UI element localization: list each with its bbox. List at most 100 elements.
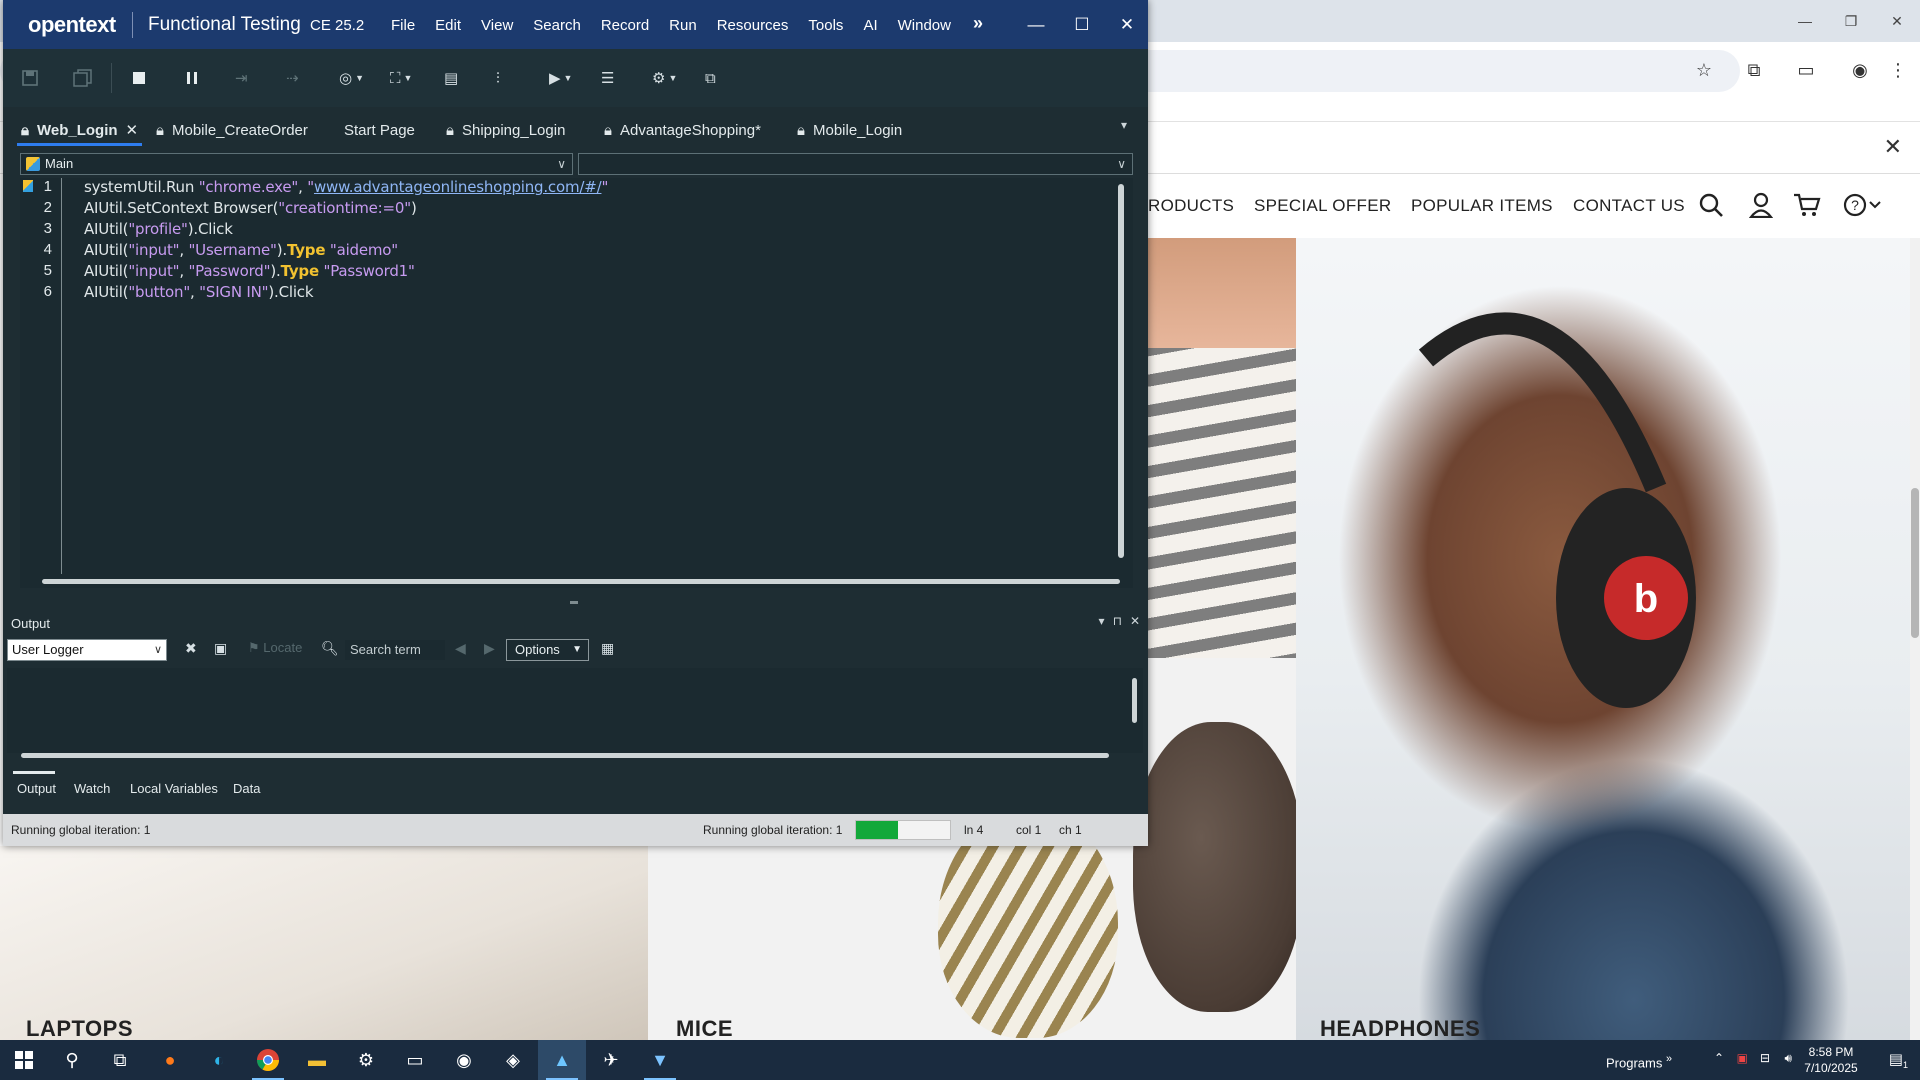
tab-mobile-login[interactable]: 🔒︎ Mobile_Login	[797, 115, 902, 145]
code-line[interactable]: systemUtil.Run "chrome.exe", "www.advant…	[84, 178, 608, 196]
code-editor[interactable]: 1 2 3 4 5 6 systemUtil.Run "chrome.exe", "www…	[20, 178, 1133, 588]
editor-vertical-scrollbar[interactable]	[1118, 184, 1124, 558]
firefox-icon[interactable]: ●	[146, 1040, 194, 1080]
user-icon[interactable]	[1744, 188, 1778, 222]
menu-edit[interactable]: Edit	[425, 17, 471, 34]
menu-ai[interactable]: AI	[853, 17, 887, 34]
clock[interactable]: 8:58 PM 7/10/2025	[1796, 1044, 1866, 1076]
pane-menu-icon[interactable]: ▾	[1099, 614, 1105, 628]
menu-view[interactable]: View	[471, 17, 523, 34]
save-icon[interactable]	[21, 66, 39, 90]
next-icon[interactable]: ▶	[484, 640, 495, 657]
browser-minimize-button[interactable]: —	[1782, 0, 1828, 42]
tab-search-icon[interactable]: ▭	[1792, 56, 1820, 84]
tab-shipping-login[interactable]: 🔒︎ Shipping_Login	[446, 115, 565, 145]
volume-icon[interactable]: 🔊︎	[1784, 1051, 1792, 1066]
category-tile-headphones[interactable]: b HEADPHONES	[1296, 238, 1910, 1040]
app-icon[interactable]: ◉	[440, 1040, 488, 1080]
edge-icon[interactable]: ◐	[195, 1040, 243, 1080]
code-line[interactable]: AIUtil("input", "Password").Type "Passwo…	[84, 262, 415, 280]
network-icon[interactable]: ⊟	[1760, 1051, 1770, 1065]
run-icon[interactable]: ▶ ▼	[549, 66, 572, 90]
chevron-up-icon[interactable]: ⌃	[1714, 1051, 1724, 1065]
object-spy-icon[interactable]: ◎ ▼	[339, 66, 364, 90]
close-button[interactable]: ✕	[1104, 0, 1150, 49]
pause-icon[interactable]	[185, 66, 199, 90]
output-vertical-scrollbar[interactable]	[1132, 678, 1137, 723]
browser-restore-button[interactable]: ❐	[1828, 0, 1874, 42]
save-all-icon[interactable]	[73, 66, 93, 90]
notifications-icon[interactable]: ▤1	[1889, 1050, 1908, 1070]
locate-button[interactable]: ⚑ Locate	[248, 640, 302, 656]
airline-app-icon[interactable]: ✈	[587, 1040, 635, 1080]
pane-splitter[interactable]	[3, 596, 1148, 608]
cart-icon[interactable]	[1790, 188, 1824, 222]
step-dropdown[interactable]: ∨	[578, 153, 1133, 175]
tab-local-variables[interactable]: Local Variables	[130, 781, 218, 796]
profile-icon[interactable]: ◉	[1846, 56, 1874, 84]
settings-icon[interactable]: ⚙	[342, 1040, 390, 1080]
object-repository-icon[interactable]: ▤	[444, 66, 458, 90]
menu-record[interactable]: Record	[591, 17, 659, 34]
infobar-close-icon[interactable]: ✕	[1884, 134, 1902, 160]
code-line[interactable]: AIUtil("button", "SIGN IN").Click	[84, 283, 314, 301]
paint-icon[interactable]: ◈	[489, 1040, 537, 1080]
tab-close-icon[interactable]: ✕	[126, 121, 139, 139]
help-icon[interactable]: ?	[1838, 188, 1886, 222]
search-icon[interactable]: 🔍︎	[321, 640, 339, 657]
ai-inspect-icon[interactable]: ⛶ ▼	[390, 66, 412, 90]
code-link[interactable]: www.advantageonlineshopping.com/#/	[314, 178, 602, 196]
browser-scrollbar[interactable]	[1910, 238, 1920, 1040]
pane-close-icon[interactable]: ✕	[1130, 614, 1140, 628]
tab-start-page[interactable]: Start Page	[344, 115, 415, 145]
start-icon[interactable]	[0, 1040, 48, 1080]
nav-link-products[interactable]: RODUCTS	[1148, 196, 1234, 216]
nav-link-special-offer[interactable]: SPECIAL OFFER	[1254, 196, 1391, 216]
extensions-icon[interactable]: ⧉	[1740, 56, 1768, 84]
settings-icon[interactable]: ⚙ ▼	[652, 66, 677, 90]
tab-output[interactable]: Output	[17, 781, 56, 796]
category-tile-laptops[interactable]: LAPTOPS	[0, 846, 648, 1040]
tab-data[interactable]: Data	[233, 781, 260, 796]
tab-watch[interactable]: Watch	[74, 781, 110, 796]
editor-horizontal-scrollbar[interactable]	[42, 579, 1120, 584]
clear-icon[interactable]: ✖	[185, 640, 197, 657]
terminal-icon[interactable]: ▭	[391, 1040, 439, 1080]
maximize-button[interactable]: ☐	[1059, 0, 1105, 49]
programs-toolbar[interactable]: Programs »	[1606, 1053, 1672, 1070]
output-log[interactable]	[7, 668, 1143, 753]
tab-mobile-createorder[interactable]: 🔒︎ Mobile_CreateOrder	[156, 115, 308, 145]
bookmark-star-icon[interactable]: ☆	[1690, 56, 1718, 84]
results-list-icon[interactable]: ☰	[601, 66, 614, 90]
tabs-overflow-icon[interactable]: ▾	[1121, 118, 1127, 132]
code-line[interactable]: AIUtil("input", "Username").Type "aidemo…	[84, 241, 398, 259]
code-line[interactable]: AIUtil("profile").Click	[84, 220, 233, 238]
tab-advantageshopping[interactable]: 🔒︎ AdvantageShopping*	[604, 115, 761, 145]
nav-link-popular-items[interactable]: POPULAR ITEMS	[1411, 196, 1553, 216]
task-view-icon[interactable]: ⧉	[96, 1040, 144, 1080]
menu-window[interactable]: Window	[888, 17, 961, 34]
wrap-icon[interactable]: ▣	[214, 640, 227, 657]
output-horizontal-scrollbar[interactable]	[21, 753, 1109, 758]
pin-icon[interactable]: ⊓	[1113, 614, 1122, 628]
minimize-button[interactable]: —	[1013, 0, 1059, 49]
record-window-icon[interactable]: ⧉	[705, 66, 716, 90]
previous-icon[interactable]: ◀	[455, 640, 466, 657]
step-over-icon[interactable]: ⇢	[286, 66, 299, 90]
menu-overflow-icon[interactable]: »	[973, 13, 983, 34]
menu-search[interactable]: Search	[523, 17, 591, 34]
menu-tools[interactable]: Tools	[798, 17, 853, 34]
nav-link-contact-us[interactable]: CONTACT US	[1573, 196, 1685, 216]
action-dropdown[interactable]: Main ∨	[20, 153, 573, 175]
tab-web-login[interactable]: 🔒︎ Web_Login ✕	[21, 115, 138, 145]
menu-file[interactable]: File	[381, 17, 425, 34]
search-icon[interactable]	[1694, 188, 1728, 222]
search-icon[interactable]: ⚲	[48, 1040, 96, 1080]
security-icon[interactable]: ▣	[1737, 1051, 1748, 1065]
file-explorer-icon[interactable]: ▬	[293, 1040, 341, 1080]
menu-resources[interactable]: Resources	[707, 17, 799, 34]
menu-run[interactable]: Run	[659, 17, 707, 34]
opentext-app-icon[interactable]: ▼	[636, 1040, 684, 1080]
chrome-icon[interactable]	[244, 1040, 292, 1080]
step-into-icon[interactable]: ⇥	[235, 66, 248, 90]
